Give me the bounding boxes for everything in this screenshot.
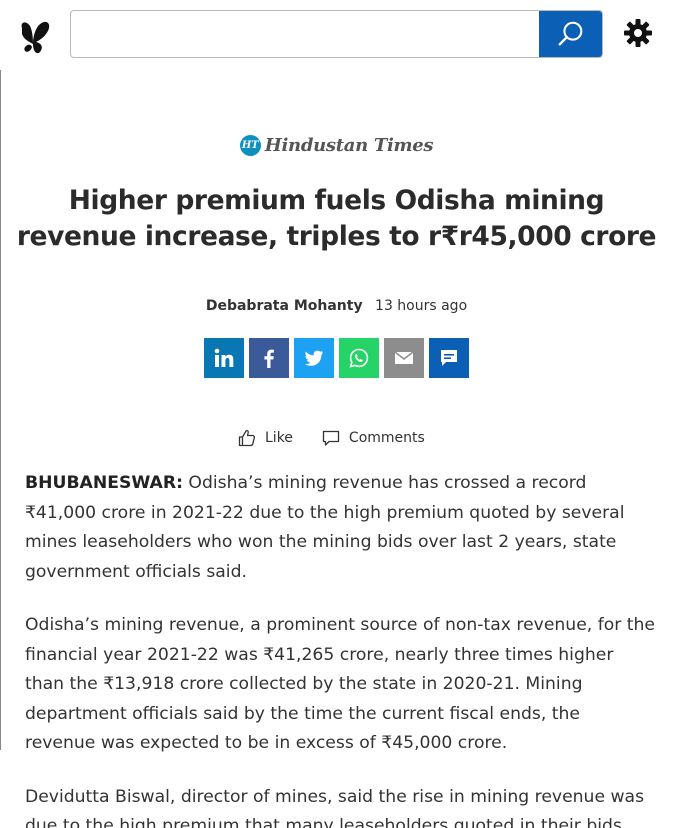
search-box [70,10,603,58]
twitter-icon [305,350,323,366]
dateline: BHUBANESWAR: [25,473,183,493]
source-name: Hindustan Times [264,135,434,156]
search-input[interactable] [71,11,539,57]
article-body: BHUBANESWAR: Odisha’s mining revenue has… [25,469,655,828]
linkedin-icon [214,348,234,367]
share-twitter-button[interactable] [294,338,334,378]
paragraph-3: Devidutta Biswal, director of mines, sai… [25,786,645,828]
settings-button[interactable] [622,17,654,49]
share-linkedin-button[interactable] [204,338,244,378]
facebook-icon [264,349,274,368]
share-whatsapp-button[interactable] [339,338,379,378]
share-email-button[interactable] [384,338,424,378]
comments-button[interactable]: Comments [321,428,425,448]
comment-icon [322,430,340,446]
author-name[interactable]: Debabrata Mohanty [206,298,363,314]
share-facebook-button[interactable] [249,338,289,378]
email-icon [394,351,414,364]
paragraph-1: BHUBANESWAR: Odisha’s mining revenue has… [25,469,655,587]
article-headline: Higher premium fuels Odisha mining reven… [16,185,657,252]
source-logo[interactable]: HT Hindustan Times [0,133,673,156]
publish-time: 13 hours ago [375,298,468,314]
reaction-bar: Like Comments [237,428,425,448]
top-bar [0,0,673,70]
share-message-button[interactable] [429,338,469,378]
search-icon [558,21,582,46]
comments-label: Comments [348,430,425,446]
whatsapp-icon [349,348,369,368]
source-badge: HT [239,135,261,156]
like-icon [238,430,256,447]
left-divider [0,70,1,750]
message-icon [441,350,457,366]
like-button[interactable]: Like [237,428,293,448]
byline: Debabrata Mohanty 13 hours ago [0,298,673,314]
butterfly-logo-icon[interactable] [18,18,52,56]
like-label: Like [265,430,293,446]
gear-icon [624,19,652,47]
paragraph-2: Odisha’s mining revenue, a prominent sou… [25,615,655,753]
search-button[interactable] [539,11,602,57]
share-bar [204,338,469,378]
